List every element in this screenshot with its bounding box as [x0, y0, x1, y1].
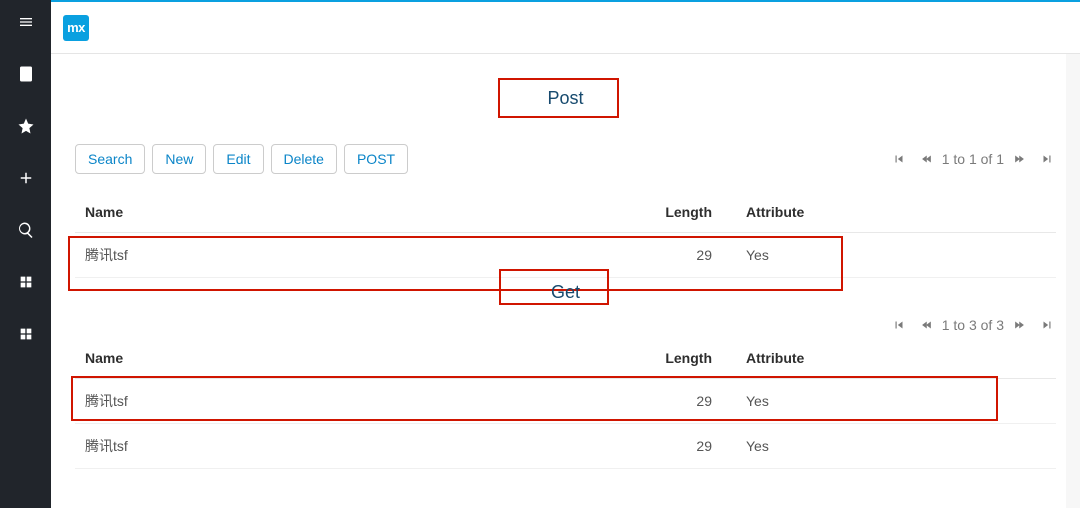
- table-row[interactable]: 腾讯tsf 29 Yes: [75, 233, 1056, 278]
- page-prev-icon[interactable]: [916, 150, 934, 168]
- edit-button[interactable]: Edit: [213, 144, 263, 174]
- table-row[interactable]: 腾讯tsf 29 Yes: [75, 379, 1056, 424]
- app-header: mx: [51, 2, 1080, 54]
- grid-small-icon[interactable]: [14, 270, 38, 294]
- cell-name: 腾讯tsf: [75, 424, 616, 469]
- cell-attribute: Yes: [736, 233, 1056, 278]
- cell-name: 腾讯tsf: [75, 233, 616, 278]
- post-button[interactable]: POST: [344, 144, 408, 174]
- plus-icon[interactable]: [14, 166, 38, 190]
- pager-2: 1 to 3 of 3: [890, 316, 1056, 334]
- delete-button[interactable]: Delete: [271, 144, 337, 174]
- search-icon[interactable]: [14, 218, 38, 242]
- button-group: Search New Edit Delete POST: [75, 144, 408, 174]
- col-attribute[interactable]: Attribute: [736, 338, 1056, 379]
- page-prev-icon[interactable]: [916, 316, 934, 334]
- page-next-icon[interactable]: [1012, 316, 1030, 334]
- page-first-icon[interactable]: [890, 150, 908, 168]
- cell-length: 29: [616, 379, 736, 424]
- cell-length: 29: [616, 424, 736, 469]
- cell-length: 29: [616, 233, 736, 278]
- sidebar: [0, 0, 51, 508]
- grid-large-icon[interactable]: [14, 322, 38, 346]
- new-button[interactable]: New: [152, 144, 206, 174]
- cell-attribute: Yes: [736, 379, 1056, 424]
- pager-status: 1 to 1 of 1: [942, 151, 1004, 167]
- page-first-icon[interactable]: [890, 316, 908, 334]
- get-label: Get: [506, 278, 626, 307]
- page-next-icon[interactable]: [1012, 150, 1030, 168]
- menu-toggle-icon[interactable]: [14, 10, 38, 34]
- pager-1: 1 to 1 of 1: [890, 150, 1056, 168]
- main-content: Post Search New Edit Delete POST 1 to 1 …: [51, 54, 1080, 508]
- search-button[interactable]: Search: [75, 144, 145, 174]
- table-row[interactable]: 腾讯tsf 29 Yes: [75, 424, 1056, 469]
- app-logo[interactable]: mx: [63, 15, 89, 41]
- cell-attribute: Yes: [736, 424, 1056, 469]
- col-name[interactable]: Name: [75, 338, 616, 379]
- table-1: Name Length Attribute 腾讯tsf 29 Yes: [75, 192, 1056, 278]
- toolbar-1: Search New Edit Delete POST 1 to 1 of 1: [75, 144, 1056, 174]
- app-logo-text: mx: [67, 20, 85, 35]
- toolbar-2: 1 to 3 of 3: [75, 316, 1056, 334]
- col-length[interactable]: Length: [616, 192, 736, 233]
- col-name[interactable]: Name: [75, 192, 616, 233]
- post-label: Post: [506, 84, 626, 113]
- page-last-icon[interactable]: [1038, 150, 1056, 168]
- table-2: Name Length Attribute 腾讯tsf 29 Yes 腾讯tsf…: [75, 338, 1056, 469]
- cell-name: 腾讯tsf: [75, 379, 616, 424]
- col-length[interactable]: Length: [616, 338, 736, 379]
- pager-status: 1 to 3 of 3: [942, 317, 1004, 333]
- book-icon[interactable]: [14, 62, 38, 86]
- star-icon[interactable]: [14, 114, 38, 138]
- page-last-icon[interactable]: [1038, 316, 1056, 334]
- col-attribute[interactable]: Attribute: [736, 192, 1056, 233]
